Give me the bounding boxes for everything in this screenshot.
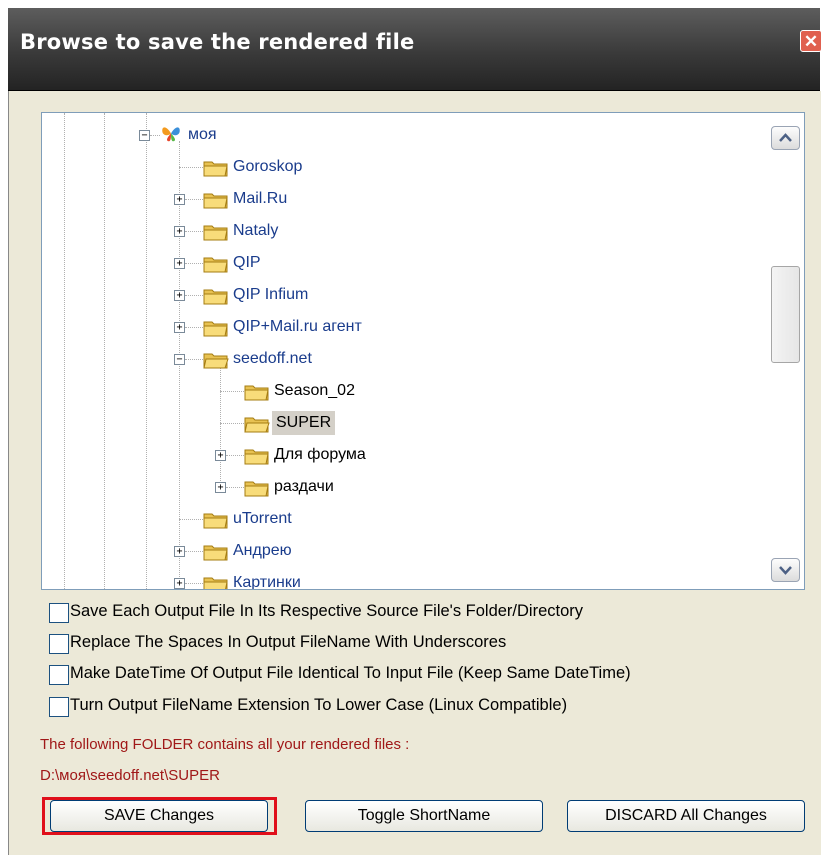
expand-icon[interactable]: + (215, 482, 226, 493)
save-dialog: Browse to save the rendered file ✕ − моя (0, 0, 821, 855)
tree-node-label: моя (188, 126, 217, 143)
tree-connector (185, 199, 203, 200)
close-button[interactable]: ✕ (800, 30, 821, 52)
tree-node-label: раздачи (274, 478, 334, 495)
checkbox[interactable] (49, 697, 69, 717)
option-label: Replace The Spaces In Output FileName Wi… (70, 633, 507, 651)
folder-icon (203, 321, 228, 337)
tree-node-label: Mail.Ru (233, 190, 288, 207)
tree-node-season-02[interactable]: Season_02 (42, 379, 742, 403)
folder-path: D:\моя\seedoff.net\SUPER (40, 767, 220, 784)
tree-node-label: seedoff.net (233, 350, 312, 367)
tree-node-label: Nataly (233, 222, 279, 239)
expand-icon[interactable]: + (174, 258, 185, 269)
tree-node-dlya-foruma[interactable]: + Для форума (42, 443, 742, 467)
expand-icon[interactable]: + (174, 194, 185, 205)
tree-node-qip-mail-ru[interactable]: + QIP+Mail.ru агент (42, 315, 742, 339)
folder-icon (203, 577, 228, 589)
folder-icon (244, 481, 269, 497)
tree-node-label: QIP+Mail.ru агент (233, 318, 362, 335)
tree-node-label: Картинки (233, 574, 301, 590)
tree-node-label: QIP Infium (233, 286, 309, 303)
folder-icon (203, 545, 228, 561)
folder-icon (203, 289, 228, 305)
tree-node-label: uTorrent (233, 510, 292, 527)
folder-icon (203, 193, 228, 209)
tree-node-root[interactable]: − моя (42, 123, 742, 147)
folder-tree[interactable]: − моя Goroskop + Mail.Ru + Nataly + QIP … (41, 112, 805, 590)
folder-icon (244, 385, 269, 401)
folder-open-icon (203, 353, 229, 369)
expand-icon[interactable]: + (174, 290, 185, 301)
option-lowercase-extension[interactable]: Turn Output FileName Extension To Lower … (49, 695, 809, 719)
option-replace-spaces[interactable]: Replace The Spaces In Output FileName Wi… (49, 632, 809, 656)
expand-icon[interactable]: + (215, 450, 226, 461)
option-keep-datetime[interactable]: Make DateTime Of Output File Identical T… (49, 663, 809, 687)
checkbox[interactable] (49, 603, 69, 623)
dialog-title: Browse to save the rendered file (20, 30, 415, 54)
discard-changes-button[interactable]: DISCARD All Changes (567, 800, 805, 832)
tree-node-label: Андрею (233, 542, 292, 559)
expand-icon[interactable]: + (174, 226, 185, 237)
chevron-up-icon (779, 133, 792, 142)
tree-node-utorrent[interactable]: uTorrent (42, 507, 742, 531)
tree-connector (185, 263, 203, 264)
collapse-icon[interactable]: − (139, 130, 150, 141)
folder-icon (203, 161, 228, 177)
tree-node-kartinki[interactable]: + Картинки (42, 571, 742, 590)
tree-connector (226, 455, 244, 456)
folder-icon (244, 449, 269, 465)
tree-node-nataly[interactable]: + Nataly (42, 219, 742, 243)
tree-connector (226, 487, 244, 488)
tree-node-andreyu[interactable]: + Андрею (42, 539, 742, 563)
tree-node-mail-ru[interactable]: + Mail.Ru (42, 187, 742, 211)
expand-icon[interactable]: + (174, 546, 185, 557)
scroll-down-button[interactable] (771, 558, 800, 582)
expand-icon[interactable]: + (174, 578, 185, 589)
tree-node-super[interactable]: SUPER (42, 411, 742, 435)
folder-icon (203, 225, 228, 241)
checkbox[interactable] (49, 634, 69, 654)
tree-connector (220, 391, 244, 392)
tree-node-label: Для форума (274, 446, 366, 463)
expand-icon[interactable]: + (174, 322, 185, 333)
folder-info-text: The following FOLDER contains all your r… (40, 736, 410, 753)
tree-connector (185, 327, 203, 328)
checkbox[interactable] (49, 665, 69, 685)
option-label: Save Each Output File In Its Respective … (70, 602, 584, 620)
option-label: Turn Output FileName Extension To Lower … (70, 696, 568, 714)
tree-connector (185, 231, 203, 232)
tree-node-label: Goroskop (233, 158, 303, 175)
tree-node-qip-infium[interactable]: + QIP Infium (42, 283, 742, 307)
tree-connector (220, 423, 244, 424)
butterfly-icon (162, 127, 180, 142)
option-save-in-source-folder[interactable]: Save Each Output File In Its Respective … (49, 601, 809, 625)
folder-icon (203, 513, 228, 529)
tree-connector (179, 167, 203, 168)
tree-connector (179, 519, 203, 520)
tree-node-label: Season_02 (274, 382, 355, 399)
tree-node-label: QIP (233, 254, 261, 271)
tree-node-qip[interactable]: + QIP (42, 251, 742, 275)
highlight-box (42, 797, 277, 835)
tree-connector (185, 295, 203, 296)
tree-connector (185, 551, 203, 552)
option-label: Make DateTime Of Output File Identical T… (70, 664, 631, 682)
close-icon: ✕ (803, 32, 819, 51)
collapse-icon[interactable]: − (174, 354, 185, 365)
scrollbar-thumb[interactable] (771, 266, 800, 363)
scroll-up-button[interactable] (771, 126, 800, 150)
tree-node-label-selected: SUPER (272, 411, 336, 435)
tree-connector (185, 583, 203, 584)
tree-node-razdachi[interactable]: + раздачи (42, 475, 742, 499)
tree-node-goroskop[interactable]: Goroskop (42, 155, 742, 179)
chevron-down-icon (779, 566, 792, 575)
toggle-shortname-button[interactable]: Toggle ShortName (305, 800, 543, 832)
tree-connector (185, 359, 203, 360)
tree-node-seedoff-net[interactable]: − seedoff.net (42, 347, 742, 371)
title-bar[interactable]: Browse to save the rendered file ✕ (8, 8, 821, 91)
folder-open-icon (244, 417, 270, 433)
folder-icon (203, 257, 228, 273)
